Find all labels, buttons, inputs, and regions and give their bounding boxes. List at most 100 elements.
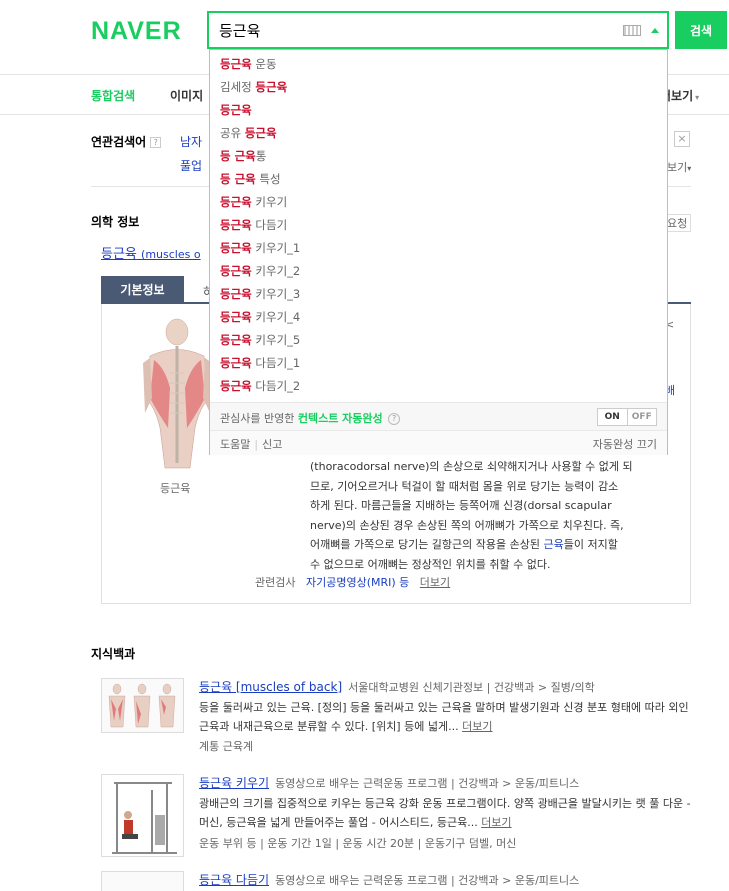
related-test-link[interactable]: 자기공명영상(MRI) 등 xyxy=(306,576,409,589)
medical-line: 어깨뼈를 가쪽으로 당기는 길항근의 작용을 손상된 근육들이 저지할 xyxy=(310,535,680,555)
encyclopedia-source: 서울대학교병원 신체기관정보 | 건강백과 > 질병/의학 xyxy=(348,681,595,694)
line-text: 어깨뼈를 가쪽으로 당기는 길항근의 작용을 손상된 xyxy=(310,538,544,551)
medical-term-link[interactable]: 등근육 (muscles o xyxy=(101,243,201,262)
encyclopedia-title-row: 등근육 [muscles of back] 서울대학교병원 신체기관정보 | 건강… xyxy=(199,678,595,695)
more-link[interactable]: 더보기 xyxy=(481,816,511,829)
encyclopedia-source: 동영상으로 배우는 근력운동 프로그램 | 건강백과 > 운동/피트니스 xyxy=(275,777,580,790)
encyclopedia-section-title: 지식백과 xyxy=(91,647,136,661)
autocomplete-item[interactable]: 김세정 등근육 xyxy=(210,76,667,99)
anatomy-image[interactable] xyxy=(140,318,215,473)
autocomplete-toggle-icon[interactable] xyxy=(651,28,659,33)
autocomplete-item-hl: 등근육 xyxy=(220,103,252,117)
autocomplete-item[interactable]: 등근육 키우기_4 xyxy=(210,306,667,329)
autocomplete-item[interactable]: 등근육 xyxy=(210,99,667,122)
autocomplete-item-hl: 등근육 xyxy=(255,80,288,94)
related-keyword-2[interactable]: 풀업 xyxy=(180,157,202,174)
autocomplete-item-post: 다듬기 xyxy=(251,218,288,232)
encyclopedia-meta: 운동 부위 등 | 운동 기간 1일 | 운동 시간 20분 | 운동기구 덤벨… xyxy=(199,837,517,850)
toggle-on-button[interactable]: ON xyxy=(598,409,628,425)
encyclopedia-description: 광배근의 크기를 집중적으로 키우는 등근육 강화 운동 프로그램이다. 양쪽 … xyxy=(199,794,691,832)
autocomplete-option-bar: 관심사를 반영한 컨텍스트 자동완성 ? ON OFF xyxy=(210,402,667,430)
search-input[interactable] xyxy=(219,19,609,41)
autocomplete-item-hl: 등근육 xyxy=(220,333,252,347)
help-icon[interactable]: ? xyxy=(150,137,162,148)
autocomplete-item[interactable]: 등근육 다듬기_2 xyxy=(210,375,667,398)
naver-logo[interactable]: NAVER xyxy=(91,17,182,46)
chevron-down-icon: ▾ xyxy=(687,164,692,173)
tab-integrated[interactable]: 통합검색 xyxy=(91,87,135,104)
autocomplete-item[interactable]: 등근육 다듬기_1 xyxy=(210,352,667,375)
encyclopedia-item: 등근육 다듬기 동영상으로 배우는 근력운동 프로그램 | 건강백과 > 운동/피… xyxy=(101,871,691,891)
muscle-thumbnail xyxy=(108,683,176,728)
search-box[interactable] xyxy=(207,11,669,49)
autocomplete-item-post: 키우기_2 xyxy=(251,264,301,278)
thumbnail-image[interactable] xyxy=(101,678,184,733)
autocomplete-footer: 도움말 | 신고 자동완성 끄기 xyxy=(210,430,667,455)
report-link[interactable]: 신고 xyxy=(262,438,282,451)
toggle-off-button[interactable]: OFF xyxy=(628,409,657,425)
keyboard-icon[interactable] xyxy=(623,25,641,36)
related-fold-label: 보기 xyxy=(667,161,688,174)
search-button[interactable]: 검색 xyxy=(675,11,727,49)
autocomplete-item-post: 다듬기_2 xyxy=(251,379,301,393)
related-label: 관련검사 xyxy=(255,576,296,589)
autocomplete-item[interactable]: 등근육 키우기_1 xyxy=(210,237,667,260)
encyclopedia-item: 등근육 키우기 동영상으로 배우는 근력운동 프로그램 | 건강백과 > 운동/피… xyxy=(101,774,691,857)
close-icon[interactable]: × xyxy=(674,131,690,147)
thumbnail-image[interactable] xyxy=(101,774,184,857)
help-circle-icon[interactable]: ? xyxy=(388,413,401,425)
related-search-label: 연관검색어 xyxy=(91,135,147,149)
chevron-down-icon: ▾ xyxy=(695,93,700,102)
related-fold-button[interactable]: 보기▾ xyxy=(667,159,691,175)
autocomplete-item-hl: 등 근육 xyxy=(220,172,256,186)
related-search-title: 연관검색어? xyxy=(91,133,162,150)
autocomplete-list: 등근육 운동 김세정 등근육 등근육 공유 등근육 등 근육통 등 근육 특성 등근육 키우… xyxy=(210,53,667,398)
description-text: 등을 둘러싸고 있는 근육. [정의] 등을 둘러싸고 있는 근육을 말하며 발… xyxy=(199,701,689,733)
help-link[interactable]: 도움말 xyxy=(220,438,250,451)
medical-section-title: 의학 정보 xyxy=(91,215,140,229)
related-keyword-1[interactable]: 남자 xyxy=(180,133,202,150)
anatomy-caption: 등근육 xyxy=(160,482,191,495)
autocomplete-item-hl: 등근육 xyxy=(220,310,252,324)
encyclopedia-title-link[interactable]: 등근육 다듬기 xyxy=(199,873,269,887)
autocomplete-item[interactable]: 공유 등근육 xyxy=(210,122,667,145)
autocomplete-item[interactable]: 등근육 운동 xyxy=(210,53,667,76)
autocomplete-item-post: 키우기_3 xyxy=(251,287,301,301)
option-text: 관심사를 반영한 xyxy=(220,412,298,425)
tab-basic-info[interactable]: 기본정보 xyxy=(101,276,184,304)
medical-line: 므로, 기어오르거나 턱걸이 할 때처럼 몸을 위로 당기는 능력이 감소 xyxy=(310,479,619,493)
autocomplete-item[interactable]: 등 근육 특성 xyxy=(210,168,667,191)
autocomplete-item-pre: 공유 xyxy=(220,126,245,140)
autocomplete-item[interactable]: 등근육 키우기 xyxy=(210,191,667,214)
encyclopedia-title-link[interactable]: 등근육 [muscles of back] xyxy=(199,680,342,694)
autocomplete-item-post: 키우기 xyxy=(251,195,288,209)
encyclopedia-description: 등을 둘러싸고 있는 근육. [정의] 등을 둘러싸고 있는 근육을 말하며 발… xyxy=(199,698,691,736)
medical-term-en: (muscles o xyxy=(141,248,201,261)
muscle-link[interactable]: 근육 xyxy=(544,538,564,551)
encyclopedia-source: 동영상으로 배우는 근력운동 프로그램 | 건강백과 > 운동/피트니스 xyxy=(275,874,580,887)
line-text: 들이 저지할 xyxy=(563,538,618,551)
medical-term: 등근육 xyxy=(101,247,137,262)
autocomplete-item-hl: 등 근육 xyxy=(220,149,256,163)
more-link[interactable]: 더보기 xyxy=(420,576,450,589)
autocomplete-item[interactable]: 등근육 키우기_5 xyxy=(210,329,667,352)
related-tests: 관련검사 자기공명영상(MRI) 등 더보기 xyxy=(255,574,450,590)
tab-image[interactable]: 이미지 xyxy=(170,87,203,104)
autocomplete-item[interactable]: 등근육 키우기_2 xyxy=(210,260,667,283)
autocomplete-item-hl: 등근육 xyxy=(220,264,252,278)
medical-line: 하게 된다. 마름근들을 지배하는 등쪽어깨 신경(dorsal scapula… xyxy=(310,499,612,512)
gym-machine-thumbnail xyxy=(102,775,183,856)
thumbnail-image[interactable] xyxy=(101,871,184,891)
encyclopedia-title-link[interactable]: 등근육 키우기 xyxy=(199,776,269,790)
autocomplete-item[interactable]: 등근육 다듬기 xyxy=(210,214,667,237)
more-link[interactable]: 더보기 xyxy=(462,720,492,733)
footer-links: 도움말 | 신고 xyxy=(220,438,283,451)
autocomplete-item-post: 키우기_5 xyxy=(251,333,301,347)
autocomplete-item[interactable]: 등근육 키우기_3 xyxy=(210,283,667,306)
autocomplete-item[interactable]: 등 근육통 xyxy=(210,145,667,168)
autocomplete-item-hl: 등근육 xyxy=(244,126,277,140)
autocomplete-off-link[interactable]: 자동완성 끄기 xyxy=(593,436,657,452)
autocomplete-item-post: 특성 xyxy=(255,172,281,186)
autocomplete-dropdown: 등근육 운동 김세정 등근육 등근육 공유 등근육 등 근육통 등 근육 특성 등근육 키우… xyxy=(209,49,668,455)
encyclopedia-title-row: 등근육 키우기 동영상으로 배우는 근력운동 프로그램 | 건강백과 > 운동/피… xyxy=(199,774,579,791)
